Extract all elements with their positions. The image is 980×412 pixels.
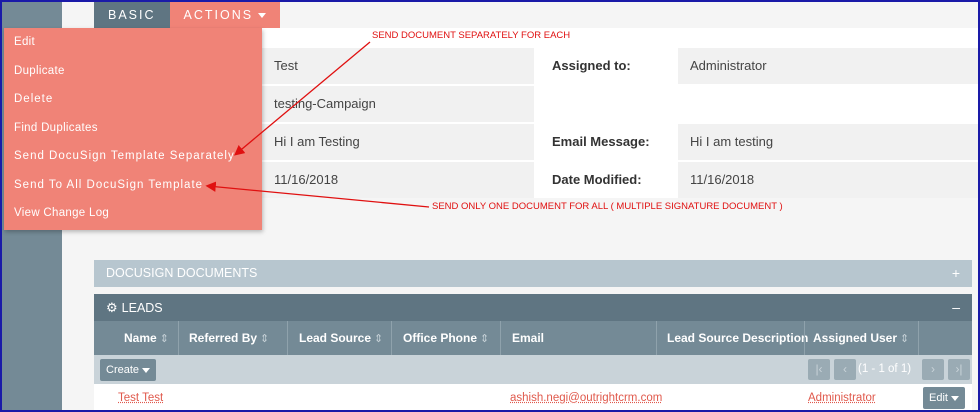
date-modified-label: Date Modified:	[552, 172, 642, 187]
docusign-documents-panel[interactable]: DOCUSIGN DOCUMENTS +	[94, 260, 972, 287]
column-header-referred-by[interactable]: Referred By ⇕	[189, 321, 269, 355]
collapse-icon[interactable]: –	[952, 294, 960, 321]
view-tabs: BASIC ACTIONS	[94, 2, 281, 28]
expand-icon[interactable]: +	[952, 260, 960, 287]
assigned-to-value: Administrator	[678, 48, 978, 84]
email-message-value: Hi I am testing	[678, 124, 978, 160]
first-page-button[interactable]: |‹	[808, 359, 830, 380]
tab-actions[interactable]: ACTIONS	[169, 2, 281, 28]
actions-dropdown-menu: Edit Duplicate Delete Find Duplicates Se…	[4, 28, 262, 230]
app-window: BASIC ACTIONS Test Assigned to: Administ…	[0, 0, 980, 412]
assigned-to-label: Assigned to:	[552, 58, 631, 73]
lead-name-link[interactable]: Test Test	[118, 392, 163, 404]
leads-panel-header[interactable]: ⚙ LEADS –	[94, 294, 972, 321]
menu-item-find-duplicates[interactable]: Find Duplicates	[4, 114, 262, 143]
pagination-row: Create |‹ ‹ (1 - 1 of 1) › ›|	[94, 355, 972, 384]
annotation-send-to-all: SEND ONLY ONE DOCUMENT FOR ALL ( MULTIPL…	[432, 201, 783, 212]
column-divider	[804, 321, 805, 355]
row-edit-button[interactable]: Edit	[923, 387, 965, 409]
sort-icon: ⇕	[374, 333, 384, 345]
menu-item-edit[interactable]: Edit	[4, 28, 262, 57]
chevron-down-icon	[258, 13, 267, 19]
column-header-name[interactable]: Name ⇕	[124, 321, 169, 355]
next-page-button[interactable]: ›	[922, 359, 944, 380]
column-header-office-phone[interactable]: Office Phone ⇕	[403, 321, 489, 355]
column-header-lead-source-description: Lead Source Description	[667, 331, 809, 345]
column-header-lead-source[interactable]: Lead Source ⇕	[299, 321, 383, 355]
lead-email-link[interactable]: ashish.negi@outrightcrm.com	[510, 392, 662, 404]
leads-table-header: Name ⇕ Referred By ⇕ Lead Source ⇕ Office P…	[94, 321, 972, 355]
annotation-send-separately: SEND DOCUMENT SEPARATELY FOR EACH	[372, 30, 571, 41]
column-divider	[178, 321, 179, 355]
campaign-value: testing-Campaign	[262, 86, 534, 122]
gear-icon: ⚙	[106, 300, 118, 315]
lead-assigned-user-link[interactable]: Administrator	[808, 392, 876, 404]
column-divider	[918, 321, 919, 355]
column-header-email: Email	[512, 331, 545, 345]
sort-icon: ⇕	[900, 333, 910, 345]
sort-icon: ⇕	[480, 333, 490, 345]
column-divider	[287, 321, 288, 355]
chevron-down-icon	[950, 395, 959, 401]
column-divider	[656, 321, 657, 355]
menu-item-delete[interactable]: Delete	[4, 85, 262, 114]
column-divider	[500, 321, 501, 355]
menu-item-send-docusign-separately[interactable]: Send DocuSign Template Separately	[4, 142, 262, 171]
date-modified-value: 11/16/2018	[678, 162, 978, 198]
name-value: Test	[262, 48, 534, 84]
chevron-down-icon	[142, 367, 151, 373]
column-divider	[391, 321, 392, 355]
previous-page-button[interactable]: ‹	[834, 359, 856, 380]
menu-item-duplicate[interactable]: Duplicate	[4, 57, 262, 86]
sort-icon: ⇕	[260, 333, 270, 345]
description-value: Hi I am Testing	[262, 124, 534, 160]
sort-icon: ⇕	[159, 333, 169, 345]
table-row: Test Test ashish.negi@outrightcrm.com Ad…	[94, 384, 972, 410]
tab-basic[interactable]: BASIC	[94, 2, 170, 28]
last-page-button[interactable]: ›|	[948, 359, 970, 380]
column-header-assigned-user[interactable]: Assigned User ⇕	[813, 321, 909, 355]
create-button[interactable]: Create	[100, 359, 157, 381]
menu-item-send-to-all-docusign[interactable]: Send To All DocuSign Template	[4, 171, 262, 200]
menu-item-view-change-log[interactable]: View Change Log	[4, 199, 262, 228]
pagination-count: (1 - 1 of 1)	[858, 363, 912, 375]
email-message-label: Email Message:	[552, 134, 650, 149]
date-created-value: 11/16/2018	[262, 162, 534, 198]
